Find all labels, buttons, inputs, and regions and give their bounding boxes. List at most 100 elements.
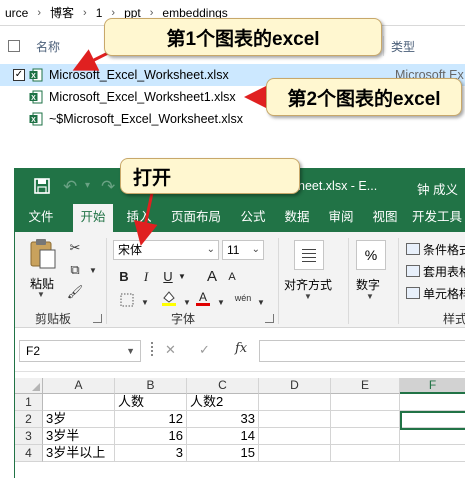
active-cell-outline[interactable] [400, 411, 465, 430]
formula-input[interactable] [259, 340, 465, 362]
cell[interactable] [259, 428, 331, 445]
cancel-icon[interactable]: ✕ [165, 342, 176, 358]
user-name[interactable]: 钟 成义 [417, 179, 458, 198]
decrease-font-button[interactable]: A [225, 268, 239, 286]
row-header[interactable]: 4 [15, 445, 43, 462]
cell[interactable] [331, 394, 400, 411]
copy-icon[interactable]: ⧉ [67, 262, 83, 278]
cell[interactable]: 12 [115, 411, 187, 428]
column-header[interactable]: E [331, 378, 400, 394]
cell[interactable]: 14 [187, 428, 259, 445]
cell[interactable] [259, 394, 331, 411]
row-header[interactable]: 2 [15, 411, 43, 428]
insert-function-button[interactable]: fx [235, 341, 247, 356]
chevron-down-icon[interactable]: ▼ [137, 294, 153, 310]
tab-view[interactable]: 视图 [365, 204, 405, 232]
column-divider[interactable] [383, 36, 384, 56]
cell[interactable] [400, 428, 465, 445]
number-format-icon[interactable]: % [356, 240, 386, 270]
cell[interactable] [400, 394, 465, 411]
column-header[interactable]: A [43, 378, 115, 394]
cut-icon[interactable]: ✂ [67, 240, 83, 256]
font-color-icon[interactable]: A [195, 290, 211, 306]
select-all-checkbox[interactable] [8, 40, 20, 52]
tab-page-layout[interactable]: 页面布局 [165, 204, 227, 232]
italic-button[interactable]: I [139, 268, 153, 286]
confirm-icon[interactable]: ✓ [199, 342, 210, 358]
cell[interactable] [331, 411, 400, 428]
cell[interactable] [43, 394, 115, 411]
cell[interactable]: 人数 [115, 394, 187, 411]
chevron-down-icon[interactable]: ▼ [366, 292, 374, 301]
border-icon[interactable] [119, 292, 135, 308]
clipboard-launcher-icon[interactable] [93, 314, 102, 323]
chevron-down-icon[interactable]: ▼ [177, 268, 187, 286]
cell[interactable]: 16 [115, 428, 187, 445]
chevron-down-icon[interactable]: ▼ [179, 294, 195, 310]
tab-data[interactable]: 数据 [277, 204, 317, 232]
group-divider [278, 238, 279, 324]
alignment-icon[interactable] [294, 240, 324, 270]
breadcrumb-item[interactable]: urce [2, 6, 31, 20]
file-checkbox[interactable]: ✓ [13, 69, 25, 81]
cell[interactable]: 3 [115, 445, 187, 462]
redo-icon[interactable]: ↷ [101, 177, 115, 197]
cell[interactable] [259, 445, 331, 462]
tab-developer[interactable]: 开发工具 [409, 204, 465, 232]
underline-button[interactable]: U [161, 268, 175, 286]
cell[interactable]: 人数2 [187, 394, 259, 411]
column-header-type[interactable]: 类型 [391, 38, 415, 55]
tab-review[interactable]: 审阅 [321, 204, 361, 232]
formula-bar-grip[interactable] [151, 342, 153, 356]
increase-font-button[interactable]: A [205, 268, 219, 286]
chevron-down-icon[interactable]: ▾ [85, 180, 90, 191]
cell[interactable]: 3岁半 [43, 428, 115, 445]
worksheet-grid[interactable]: A B C D E F 1 人数 人数2 2 3岁 12 33 3 3岁半 16… [15, 378, 465, 478]
cell[interactable]: 3岁 [43, 411, 115, 428]
save-icon[interactable] [33, 177, 51, 195]
file-name: Microsoft_Excel_Worksheet.xlsx [49, 68, 229, 82]
breadcrumb-item[interactable]: 1 [93, 6, 106, 20]
cell[interactable] [331, 445, 400, 462]
tab-insert[interactable]: 插入 [119, 204, 159, 232]
cell[interactable] [331, 428, 400, 445]
chevron-down-icon[interactable]: ▼ [37, 290, 45, 299]
font-launcher-icon[interactable] [265, 314, 274, 323]
row-header[interactable]: 3 [15, 428, 43, 445]
select-all-corner[interactable] [15, 378, 43, 394]
cell-styles-button[interactable]: 单元格样 [406, 284, 465, 302]
bold-button[interactable]: B [117, 268, 131, 286]
cell[interactable]: 15 [187, 445, 259, 462]
tab-file[interactable]: 文件 [21, 204, 61, 232]
cell[interactable] [259, 411, 331, 428]
alignment-button[interactable]: 对齐方式 [284, 276, 332, 293]
font-size-select[interactable]: 11 ⌄ [222, 240, 264, 260]
column-header-name[interactable]: 名称 [36, 38, 60, 55]
conditional-formatting-button[interactable]: 条件格式 [406, 240, 465, 258]
chevron-down-icon[interactable]: ▼ [304, 292, 312, 301]
fill-color-icon[interactable] [161, 290, 177, 306]
phonetic-guide-button[interactable]: wén [235, 290, 252, 306]
number-button[interactable]: 数字 [356, 276, 380, 293]
column-header-selected[interactable]: F [400, 378, 465, 394]
column-header[interactable]: C [187, 378, 259, 394]
breadcrumb-item[interactable]: 博客 [47, 4, 77, 21]
cell[interactable] [400, 445, 465, 462]
breadcrumb-separator-icon: › [149, 6, 154, 19]
chevron-down-icon[interactable]: ▼ [213, 294, 229, 310]
chevron-down-icon[interactable]: ▼ [253, 294, 269, 310]
cell[interactable]: 3岁半以上 [43, 445, 115, 462]
tab-home[interactable]: 开始 [73, 204, 113, 232]
font-name-select[interactable]: 宋体 ⌄ [113, 240, 219, 260]
format-painter-icon[interactable]: 🖌 [67, 284, 84, 300]
paste-icon[interactable] [29, 238, 57, 270]
undo-icon[interactable]: ↶ [63, 177, 77, 197]
name-box[interactable]: F2 ▼ [19, 340, 141, 362]
row-header[interactable]: 1 [15, 394, 43, 411]
column-header[interactable]: D [259, 378, 331, 394]
tab-formulas[interactable]: 公式 [233, 204, 273, 232]
column-header[interactable]: B [115, 378, 187, 394]
format-as-table-button[interactable]: 套用表格 [406, 262, 465, 280]
cell[interactable]: 33 [187, 411, 259, 428]
chevron-down-icon[interactable]: ▼ [85, 262, 101, 278]
